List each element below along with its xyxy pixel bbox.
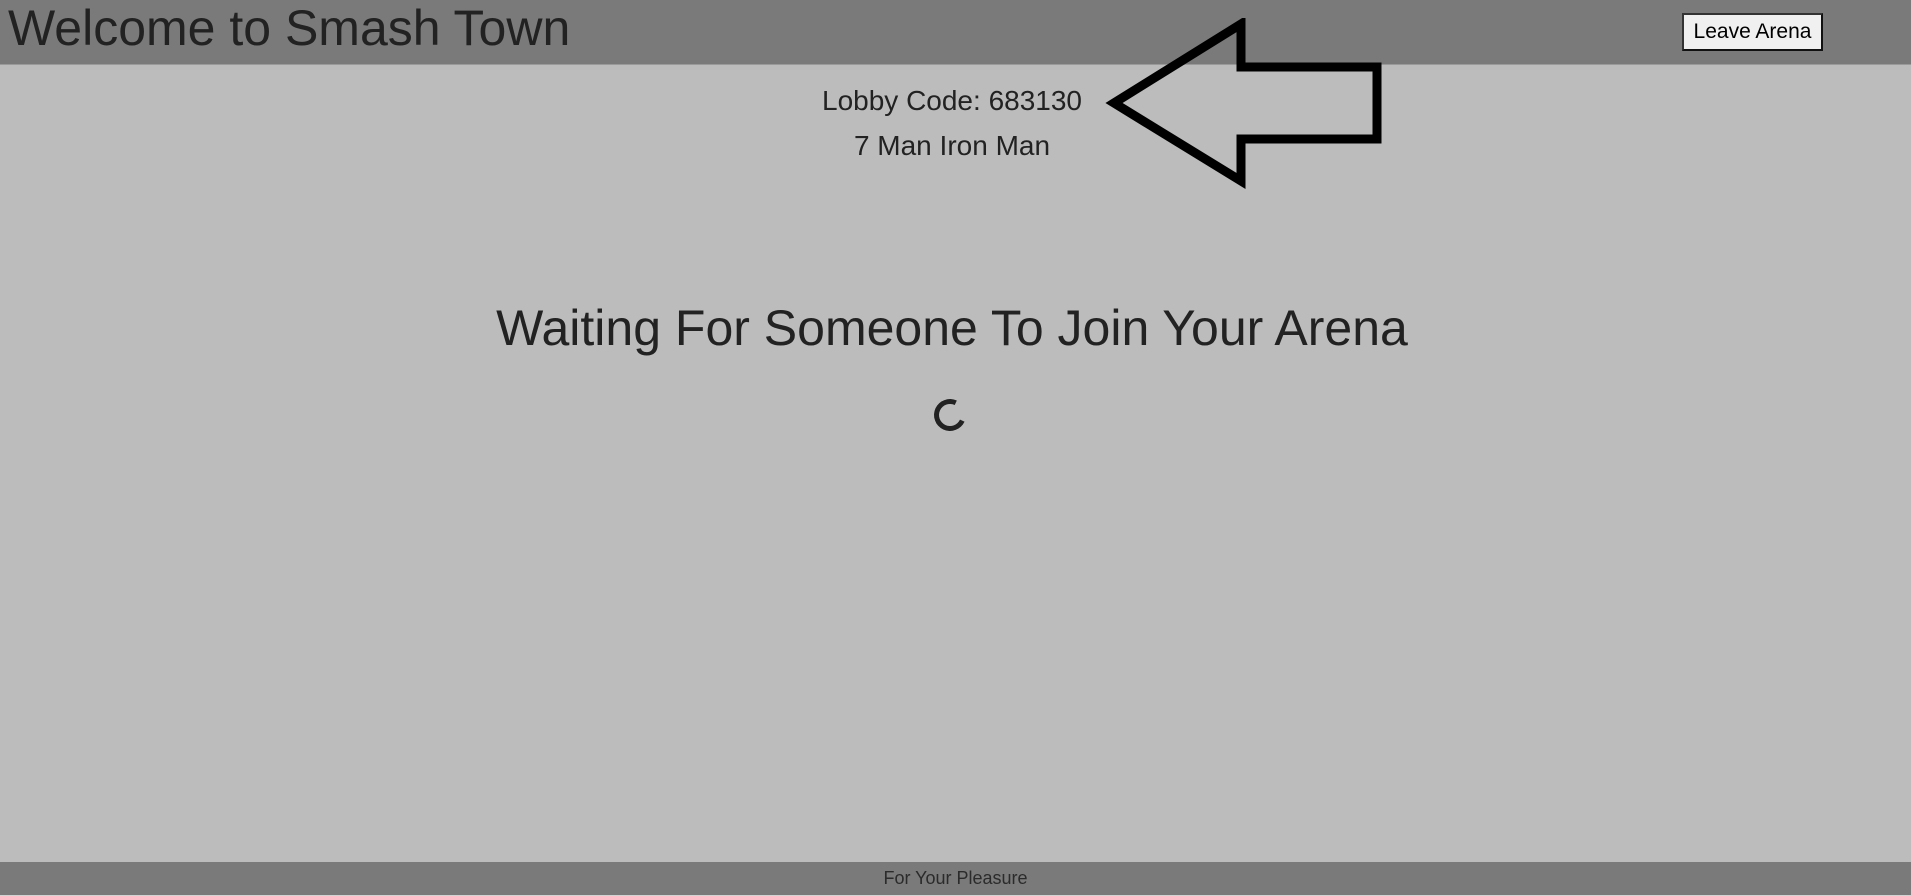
lobby-code: Lobby Code: 683130 (822, 85, 1082, 116)
game-mode: 7 Man Iron Man (853, 130, 1051, 161)
lobby-info: Lobby Code: 683130 7 Man Iron Man (0, 78, 1904, 168)
footer-text: For Your Pleasure (883, 868, 1028, 888)
waiting-message: Waiting For Someone To Join Your Arena (496, 300, 1408, 356)
site-title: Welcome to Smash Town (8, 0, 571, 56)
loading-spinner-icon (929, 394, 971, 436)
left-arrow-icon (1105, 18, 1382, 190)
footer: For Your Pleasure (0, 862, 1911, 895)
leave-arena-button[interactable]: Leave Arena (1682, 13, 1823, 51)
top-header: Welcome to Smash Town Leave Arena (0, 0, 1911, 65)
